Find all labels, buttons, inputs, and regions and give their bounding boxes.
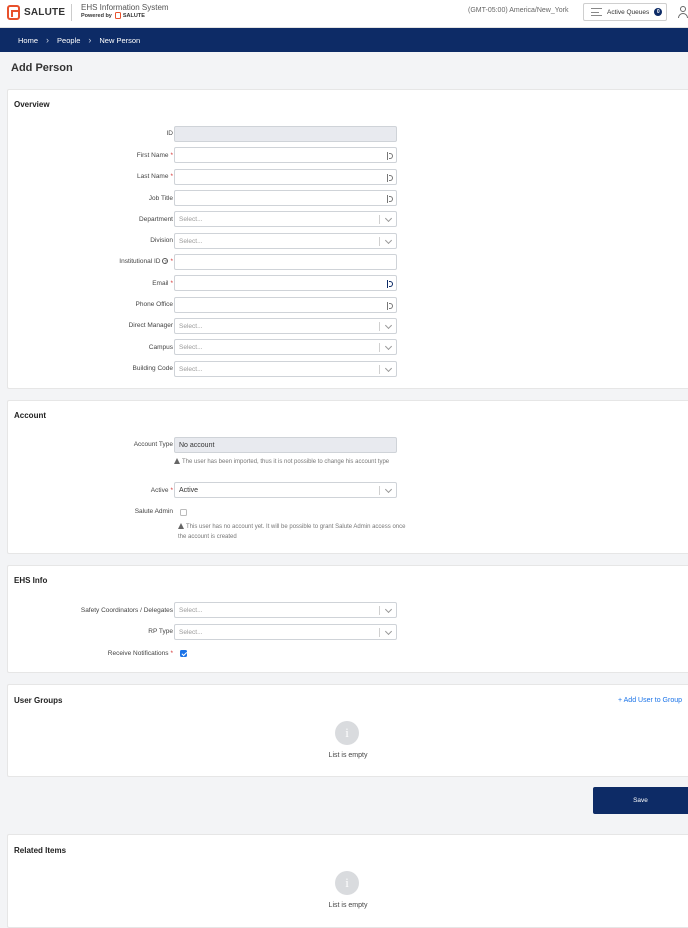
chevron-down-icon: [384, 364, 393, 373]
receive-notifications-checkbox[interactable]: [180, 650, 187, 657]
id-label: ID: [166, 130, 174, 137]
salute-mini-icon: [114, 12, 121, 19]
campus-label: Campus: [148, 344, 173, 351]
header-divider: [71, 4, 72, 21]
chevron-down-icon: [384, 236, 393, 245]
last-name-label: Last Name *: [137, 173, 173, 180]
campus-select[interactable]: Select...: [174, 339, 397, 355]
job-title-input[interactable]: [174, 190, 397, 206]
user-groups-empty-text: List is empty: [328, 752, 368, 759]
division-label: Division: [150, 237, 173, 244]
rp-type-select[interactable]: Select...: [174, 624, 397, 640]
app-title: EHS Information System: [81, 3, 169, 12]
building-code-select[interactable]: Select...: [174, 361, 397, 377]
add-user-to-group-link[interactable]: + Add User to Group: [618, 697, 682, 704]
direct-manager-label: Direct Manager: [128, 322, 173, 329]
timezone-label: (GMT-05:00) America/New_York: [468, 7, 569, 14]
password-manager-icon[interactable]: [387, 152, 393, 160]
page-title: Add Person: [11, 62, 73, 74]
help-icon[interactable]: ?: [162, 258, 169, 264]
phone-office-label: Phone Office: [135, 301, 173, 308]
powered-by: Powered by SALUTE: [81, 12, 145, 19]
user-groups-title: User Groups: [14, 696, 63, 705]
active-select[interactable]: Active: [174, 482, 397, 498]
email-label: Email *: [152, 280, 173, 287]
save-button[interactable]: Save: [593, 787, 688, 814]
institutional-id-input[interactable]: [174, 254, 397, 270]
user-profile-icon[interactable]: [678, 6, 688, 18]
salute-admin-checkbox[interactable]: [180, 509, 187, 516]
info-icon: i: [335, 721, 359, 745]
warning-icon: [178, 523, 184, 529]
building-code-label: Building Code: [132, 365, 173, 372]
id-field: [174, 126, 397, 142]
receive-notifications-label: Receive Notifications *: [107, 650, 173, 657]
related-items-title: Related Items: [14, 846, 67, 855]
powered-by-text: Powered by: [81, 12, 112, 19]
rp-type-label: RP Type: [148, 628, 173, 635]
breadcrumb: Home › People › New Person: [0, 28, 688, 52]
ehs-info-title: EHS Info: [14, 576, 48, 585]
first-name-input[interactable]: [174, 147, 397, 163]
email-input[interactable]: [174, 275, 397, 291]
breadcrumb-home[interactable]: Home: [18, 36, 38, 45]
account-title: Account: [14, 411, 46, 420]
chevron-down-icon: [384, 342, 393, 351]
active-queues-count-badge: 0: [654, 8, 663, 16]
password-manager-icon[interactable]: [387, 174, 393, 182]
chevron-down-icon: [384, 321, 393, 330]
info-icon: i: [335, 871, 359, 895]
brand-name: SALUTE: [24, 6, 66, 18]
top-header: SALUTE EHS Information System Powered by…: [0, 0, 688, 28]
password-manager-icon[interactable]: [387, 280, 393, 288]
chevron-down-icon: [384, 627, 393, 636]
password-manager-icon[interactable]: [387, 302, 393, 310]
chevron-right-icon: ›: [88, 34, 92, 45]
phone-office-input[interactable]: [174, 297, 397, 313]
last-name-input[interactable]: [174, 169, 397, 185]
warning-icon: [174, 458, 180, 464]
department-label: Department: [139, 216, 173, 223]
chevron-down-icon: [384, 605, 393, 614]
account-type-field: No account: [174, 437, 397, 453]
salute-admin-note: This user has no account yet. It will be…: [178, 523, 406, 540]
safety-coordinators-label: Safety Coordinators / Delegates: [80, 607, 173, 614]
related-items-empty-text: List is empty: [328, 902, 368, 909]
chevron-right-icon: ›: [46, 34, 50, 45]
division-select[interactable]: Select...: [174, 233, 397, 249]
active-queues-label: Active Queues: [607, 8, 650, 16]
active-label: Active *: [150, 487, 173, 494]
breadcrumb-new-person: New Person: [99, 35, 141, 45]
chevron-down-icon: [384, 214, 393, 223]
salute-admin-label: Salute Admin: [134, 508, 173, 515]
queue-list-icon: [591, 8, 602, 16]
powered-brand: SALUTE: [122, 12, 145, 19]
job-title-label: Job Title: [148, 195, 173, 202]
password-manager-icon[interactable]: [387, 195, 393, 203]
chevron-down-icon: [384, 485, 393, 494]
institutional-id-label: Institutional ID? *: [119, 258, 173, 265]
overview-title: Overview: [14, 100, 50, 109]
account-type-note: The user has been imported, thus it is n…: [174, 458, 404, 468]
direct-manager-select[interactable]: Select...: [174, 318, 397, 334]
salute-logo[interactable]: SALUTE: [7, 4, 65, 20]
safety-coordinators-select[interactable]: Select...: [174, 602, 397, 618]
first-name-label: First Name *: [136, 152, 173, 159]
salute-logo-icon: [7, 4, 20, 20]
active-queues-button[interactable]: Active Queues 0: [583, 3, 667, 21]
department-select[interactable]: Select...: [174, 211, 397, 227]
account-type-label: Account Type: [133, 441, 173, 448]
breadcrumb-people[interactable]: People: [57, 36, 80, 45]
